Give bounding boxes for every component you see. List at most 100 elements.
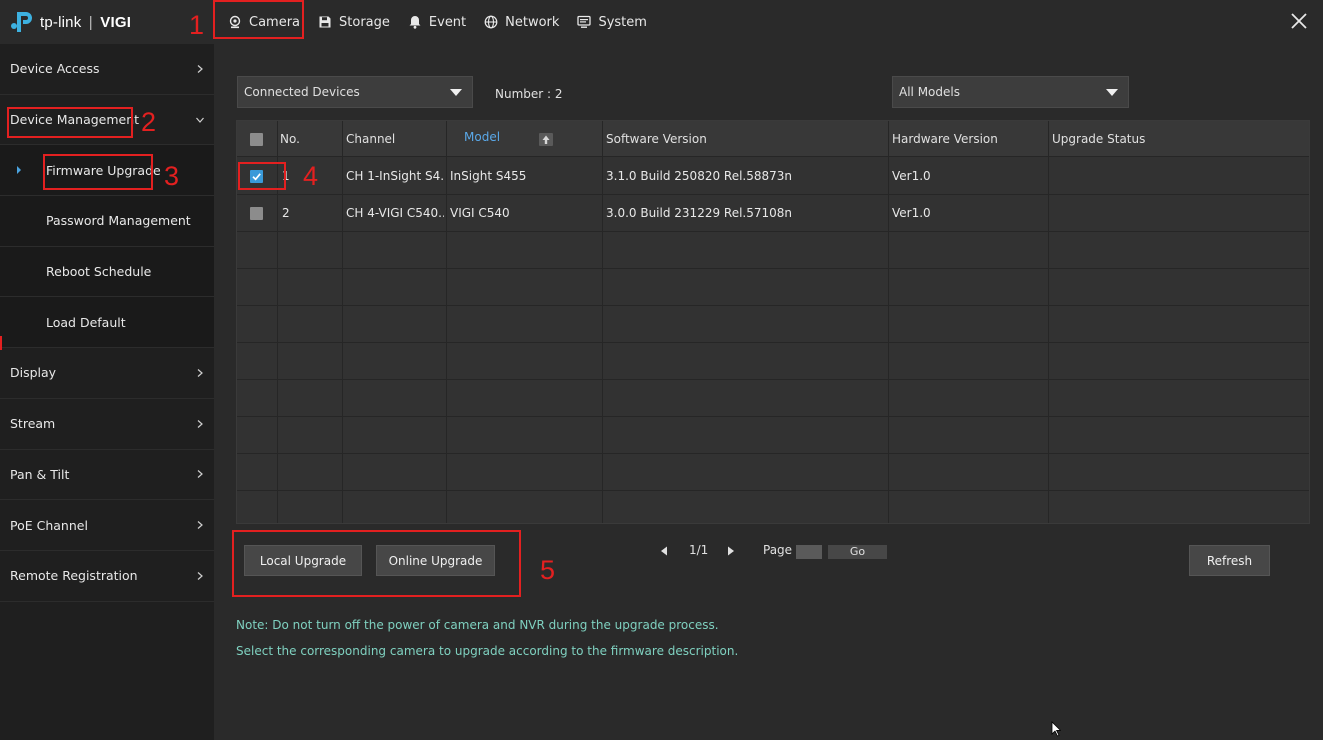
device-filter-select[interactable]: Connected Devices (237, 76, 473, 108)
cell-channel: CH 1-InSight S4... (346, 169, 444, 183)
chevron-down-icon (196, 117, 204, 123)
go-button[interactable]: Go (828, 545, 887, 559)
annotation-number: 3 (164, 161, 180, 191)
sidebar-item-pan-tilt[interactable]: Pan & Tilt (0, 450, 214, 501)
refresh-label: Refresh (1206, 553, 1253, 568)
monitor-icon (577, 15, 592, 28)
sidebar-item-remote-registration[interactable]: Remote Registration (0, 551, 214, 602)
local-upgrade-label: Local Upgrade (259, 553, 347, 568)
globe-icon (484, 15, 498, 29)
row-checkbox[interactable] (250, 170, 263, 183)
sidebar-item-label: Firmware Upgrade (46, 162, 161, 178)
go-label: Go (849, 545, 866, 558)
tab-network[interactable]: Network (476, 5, 567, 39)
column-header-channel: Channel (346, 132, 396, 146)
brand-logo: tp-link | VIGI (10, 8, 131, 36)
cell-channel: CH 4-VIGI C540... (346, 206, 444, 220)
cell-hardware-version: Ver1.0 (892, 206, 931, 220)
sidebar-item-stream[interactable]: Stream (0, 399, 214, 450)
cell-hardware-version: Ver1.0 (892, 169, 931, 183)
chevron-right-icon (197, 369, 203, 377)
annotation-number: 4 (303, 161, 319, 191)
upgrade-note: Note: Do not turn off the power of camer… (236, 618, 719, 632)
cell-no: 1 (282, 169, 290, 183)
chevron-right-icon (197, 64, 203, 73)
chevron-right-icon (197, 470, 203, 479)
device-count: Number : 2 (495, 87, 563, 101)
column-header-software-version: Software Version (606, 132, 707, 146)
sidebar-item-device-management[interactable]: Device Management (0, 95, 214, 146)
sidebar-item-load-default[interactable]: Load Default (0, 297, 214, 349)
sidebar-item-label: Password Management (46, 213, 191, 229)
sidebar-item-display[interactable]: Display (0, 336, 214, 399)
sidebar-item-label: Stream (10, 416, 56, 432)
upgrade-instruction: Select the corresponding camera to upgra… (236, 644, 739, 658)
online-upgrade-button[interactable]: Online Upgrade (376, 545, 495, 576)
sort-ascending-icon[interactable] (539, 133, 553, 146)
chevron-right-icon (197, 571, 203, 580)
annotation-number: 5 (540, 555, 556, 585)
model-filter-select[interactable]: All Models (892, 76, 1129, 108)
mouse-cursor-icon (1051, 721, 1061, 737)
sidebar-item-firmware-upgrade[interactable]: Firmware Upgrade (0, 145, 214, 197)
tab-event[interactable]: Event (400, 5, 474, 39)
sidebar-item-reboot-schedule[interactable]: Reboot Schedule (0, 246, 214, 298)
tab-camera[interactable]: Camera (220, 5, 308, 39)
tab-event-label: Event (428, 14, 467, 30)
tab-system[interactable]: System (569, 5, 654, 39)
tab-storage-label: Storage (339, 14, 390, 30)
local-upgrade-button[interactable]: Local Upgrade (244, 545, 362, 576)
close-icon[interactable] (1289, 11, 1309, 31)
page-label: Page (763, 543, 793, 557)
caret-down-icon (450, 89, 462, 96)
sidebar-item-device-access[interactable]: Device Access (0, 44, 214, 95)
sidebar-item-label: Pan & Tilt (10, 466, 70, 482)
brand-product: VIGI (100, 13, 132, 31)
brand-name: tp-link (40, 13, 82, 31)
device-filter-value: Connected Devices (244, 85, 360, 99)
column-header-no: No. (280, 132, 300, 146)
page-indicator: 1/1 (689, 543, 709, 557)
tab-system-label: System (598, 14, 647, 30)
sidebar-item-poe-channel[interactable]: PoE Channel (0, 500, 214, 551)
next-page-icon[interactable] (727, 546, 735, 556)
select-all-checkbox[interactable] (250, 133, 263, 146)
annotation-number: 2 (141, 107, 157, 137)
model-filter-value: All Models (899, 85, 960, 99)
cell-software-version: 3.1.0 Build 250820 Rel.58873n (606, 169, 793, 183)
cell-model: VIGI C540 (450, 206, 510, 220)
active-indicator-icon (17, 166, 21, 175)
red-edge-mark (0, 336, 2, 351)
main-content: Connected Devices Number : 2 All Models (214, 44, 1323, 740)
device-table: No. Channel Model Software Version Hardw… (236, 120, 1310, 524)
sidebar-item-label: PoE Channel (10, 517, 88, 533)
cell-software-version: 3.0.0 Build 231229 Rel.57108n (606, 206, 793, 220)
sidebar-item-label: Device Management (10, 112, 140, 128)
row-checkbox[interactable] (250, 207, 263, 220)
main-nav: Camera Storage Event Network System (220, 0, 657, 44)
table-row[interactable]: 1 CH 1-InSight S4... InSight S455 3.1.0 … (237, 158, 1309, 195)
column-header-upgrade-status: Upgrade Status (1052, 132, 1146, 146)
tab-storage[interactable]: Storage (310, 5, 398, 39)
page-number-input[interactable] (796, 545, 822, 559)
tab-network-label: Network (505, 14, 560, 30)
camera-icon (229, 15, 241, 29)
storage-icon (319, 16, 331, 28)
sidebar-item-label: Display (10, 365, 57, 381)
online-upgrade-label: Online Upgrade (388, 553, 483, 568)
sidebar-item-label: Load Default (46, 314, 126, 330)
sidebar-item-label: Remote Registration (10, 568, 138, 584)
prev-page-icon[interactable] (660, 546, 668, 556)
sidebar-item-label: Device Access (10, 61, 100, 77)
app-window: tp-link | VIGI Camera Storage Event Netw… (0, 0, 1323, 740)
cell-model: InSight S455 (450, 169, 527, 183)
column-header-hardware-version: Hardware Version (892, 132, 998, 146)
sidebar-item-label: Reboot Schedule (46, 264, 152, 280)
column-header-model[interactable]: Model (464, 121, 500, 157)
table-row[interactable]: 2 CH 4-VIGI C540... VIGI C540 3.0.0 Buil… (237, 195, 1309, 232)
sidebar-item-password-management[interactable]: Password Management (0, 196, 214, 247)
annotation-number: 1 (189, 10, 205, 40)
brand-separator: | (88, 13, 93, 31)
refresh-button[interactable]: Refresh (1189, 545, 1270, 576)
tab-camera-label: Camera (249, 14, 301, 30)
